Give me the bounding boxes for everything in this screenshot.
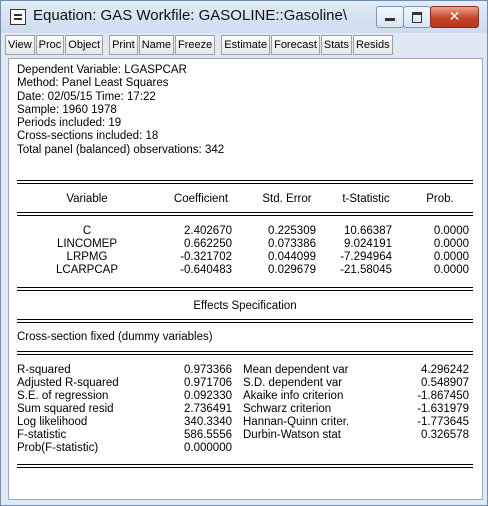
stat-value: 0.973366 [184, 364, 232, 376]
output-pane[interactable]: Dependent Variable: LGASPCAR Method: Pan… [8, 58, 483, 500]
coef-value: 0.662250 [184, 238, 232, 250]
stat-value: 586.5556 [184, 429, 232, 441]
close-icon: ✕ [448, 9, 461, 25]
minimize-button[interactable] [376, 6, 404, 28]
title-bar[interactable]: Equation: GAS Workfile: GASOLINE::Gasoli… [1, 1, 487, 33]
stat-value: 0.092330 [184, 390, 232, 402]
estimate-button[interactable]: Estimate [221, 35, 271, 55]
divider [17, 351, 473, 355]
coef-variable: C [82, 225, 92, 237]
freeze-button[interactable]: Freeze [175, 35, 216, 55]
coef-value: -0.640483 [180, 264, 232, 276]
stat-value: 0.326578 [421, 429, 469, 441]
stat-label: F-statistic [17, 429, 67, 441]
stat-label: Log likelihood [17, 416, 88, 428]
coef-value: 2.402670 [184, 225, 232, 237]
coef-variable: LINCOMEP [56, 238, 118, 250]
stat-label: Akaike info criterion [243, 390, 344, 402]
stat-label: Adjusted R-squared [17, 377, 119, 389]
method: Method: Panel Least Squares [17, 77, 169, 90]
coef-t-statistic: 10.66387 [344, 225, 392, 237]
coef-t-statistic: -21.58045 [340, 264, 392, 276]
coef-t-statistic: 9.024191 [344, 238, 392, 250]
coef-prob: 0.0000 [433, 225, 469, 237]
coef-t-statistic: -7.294964 [340, 251, 392, 263]
resids-button[interactable]: Resids [352, 35, 393, 55]
effects-title: Effects Specification [193, 300, 297, 312]
cross-sections-included: Cross-sections included: 18 [17, 130, 159, 143]
stat-value: -1.867450 [417, 390, 469, 402]
total-observations: Total panel (balanced) observations: 342 [17, 143, 225, 156]
dependent-variable: Dependent Variable: LGASPCAR [17, 64, 187, 76]
divider [17, 464, 473, 468]
stat-value: -1.773645 [417, 416, 469, 428]
view-button[interactable]: View [5, 35, 35, 55]
col-header-prob: Prob. [426, 193, 454, 205]
stat-value: 2.736491 [184, 403, 232, 415]
object-button[interactable]: Object [65, 35, 104, 55]
forecast-button[interactable]: Forecast [271, 35, 320, 55]
date-time: Date: 02/05/15 Time: 17:22 [17, 90, 156, 103]
divider [17, 319, 473, 323]
coef-prob: 0.0000 [433, 251, 469, 263]
coef-std-error: 0.029679 [268, 264, 316, 276]
stat-value: 0.000000 [184, 442, 232, 454]
window-title: Equation: GAS Workfile: GASOLINE::Gasoli… [33, 7, 348, 24]
stat-label: Hannan-Quinn criter. [243, 416, 350, 428]
col-header-variable: Variable [66, 193, 108, 205]
stat-label: R-squared [17, 364, 71, 376]
col-header-coefficient: Coefficient [173, 193, 229, 205]
coef-prob: 0.0000 [433, 264, 469, 276]
stat-label: Sum squared resid [17, 403, 114, 415]
stat-label: S.E. of regression [17, 390, 109, 402]
toolbar: View Proc Object Print Name Freeze Estimate For… [5, 35, 394, 55]
estimation-header: Dependent Variable: LGASPCAR Method: Pan… [17, 64, 224, 157]
coef-std-error: 0.073386 [268, 238, 316, 250]
sample: Sample: 1960 1978 [17, 103, 117, 116]
coef-value: -0.321702 [180, 251, 232, 263]
coef-variable: LCARPCAP [56, 264, 118, 276]
stat-label: Durbin-Watson stat [243, 429, 341, 441]
stat-value: 0.548907 [421, 377, 469, 389]
stat-label: Prob(F-statistic) [17, 442, 99, 454]
stat-value: 0.971706 [184, 377, 232, 389]
stat-value: 340.3340 [184, 416, 232, 428]
stat-value: 4.296242 [421, 364, 469, 376]
periods-included: Periods included: 19 [17, 117, 122, 130]
stats-button[interactable]: Stats [320, 35, 352, 55]
divider [17, 212, 473, 216]
stat-value: -1.631979 [417, 403, 469, 415]
equation-window: Equation: GAS Workfile: GASOLINE::Gasoli… [0, 0, 488, 506]
divider [17, 287, 473, 291]
col-header-t-statistic: t-Statistic [342, 193, 390, 205]
proc-button[interactable]: Proc [35, 35, 65, 55]
close-button[interactable]: ✕ [430, 6, 479, 28]
maximize-icon [412, 12, 422, 23]
col-header-std-error: Std. Error [262, 193, 312, 205]
coef-prob: 0.0000 [433, 238, 469, 250]
divider [17, 180, 473, 184]
stat-label: Schwarz criterion [243, 403, 332, 415]
maximize-button[interactable] [403, 6, 431, 28]
name-button[interactable]: Name [138, 35, 175, 55]
effects-spec: Cross-section fixed (dummy variables) [17, 331, 213, 343]
coef-std-error: 0.044099 [268, 251, 316, 263]
stat-label: Mean dependent var [243, 364, 349, 376]
stat-label: S.D. dependent var [243, 377, 343, 389]
minimize-icon [385, 18, 395, 21]
coef-variable: LRPMG [66, 251, 108, 263]
coef-std-error: 0.225309 [268, 225, 316, 237]
print-button[interactable]: Print [109, 35, 138, 55]
system-menu-icon[interactable] [10, 9, 26, 25]
